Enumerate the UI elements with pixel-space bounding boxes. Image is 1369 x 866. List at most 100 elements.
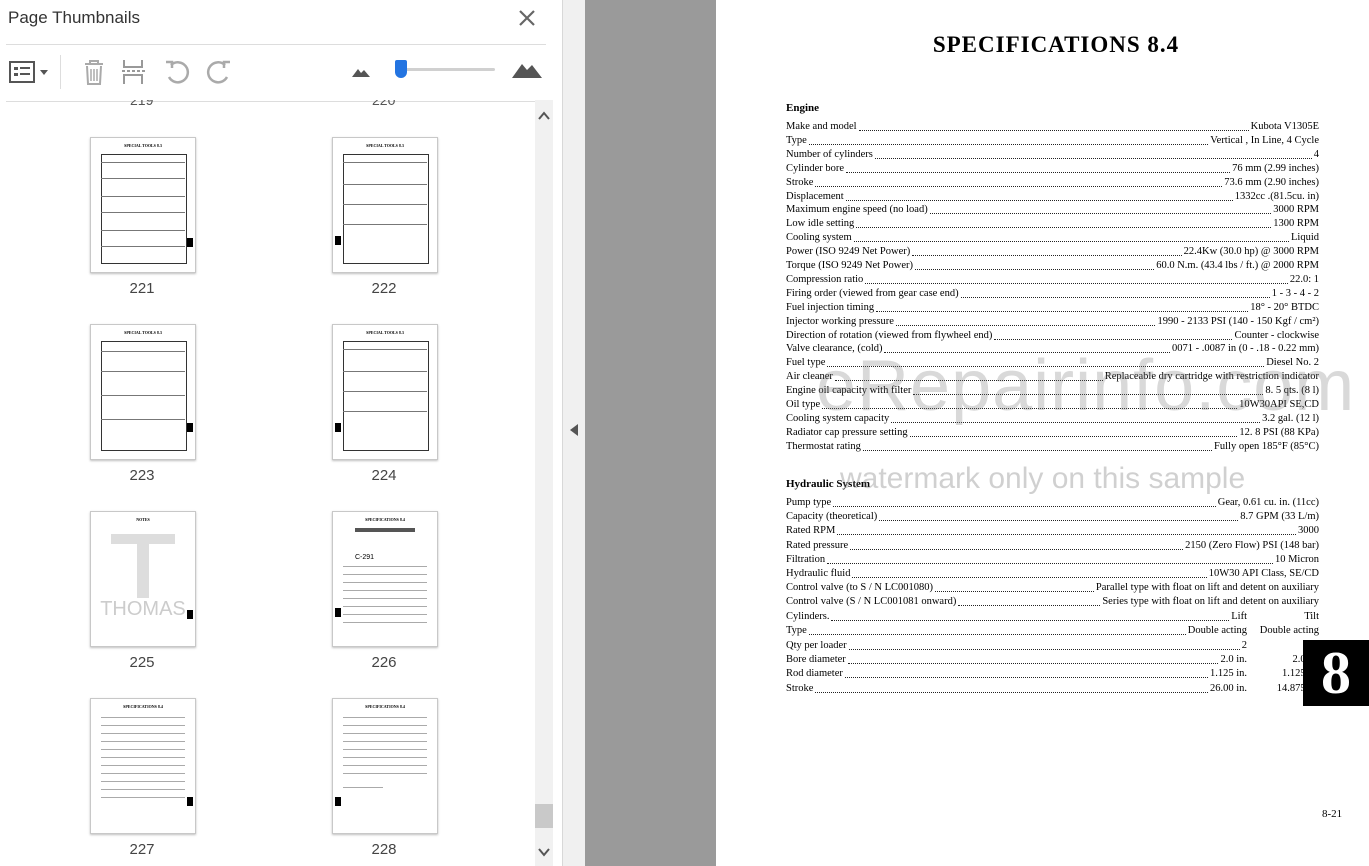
dot-leader bbox=[856, 217, 1272, 229]
spec-value: 10 Micron bbox=[1274, 553, 1319, 565]
spec-row: Qty per loader22 bbox=[786, 639, 1319, 653]
dot-leader bbox=[837, 524, 1296, 536]
rotate-right-icon bbox=[206, 60, 230, 84]
dot-leader bbox=[858, 120, 1249, 131]
thumbnail-options-button[interactable] bbox=[8, 58, 50, 86]
spec-label: Make and model bbox=[786, 121, 857, 132]
spec-value-tilt: Tilt bbox=[1304, 611, 1319, 622]
scroll-up-button[interactable] bbox=[537, 109, 551, 123]
page-extract-icon bbox=[122, 60, 146, 84]
thumb-table bbox=[101, 154, 187, 264]
thumbnail-size-slider-thumb[interactable] bbox=[395, 60, 407, 78]
thumbnail-page-227[interactable]: SPECIFICATIONS 8.4 bbox=[90, 698, 196, 834]
thumb-page-subtitle: C-291 bbox=[355, 554, 375, 561]
spec-label: Radiator cap pressure setting bbox=[786, 426, 908, 438]
spec-label: Filtration bbox=[786, 553, 826, 565]
dot-leader bbox=[865, 273, 1288, 284]
spec-value: Series type with float on lift and deten… bbox=[1102, 596, 1319, 608]
chevron-up-icon bbox=[538, 111, 550, 120]
thumbnail-page-number: 226 bbox=[371, 654, 397, 671]
thumbnail-page-number: 223 bbox=[129, 467, 155, 484]
thumbnails-scroll-area[interactable]: 219 220 SPECIAL TOOLS 8.3 221 SPECIAL TO… bbox=[6, 100, 534, 866]
spec-label: Bore diameter bbox=[786, 653, 846, 665]
thumbnail-page-223[interactable]: SPECIAL TOOLS 8.3 bbox=[90, 324, 196, 460]
dot-leader bbox=[909, 426, 1238, 437]
scroll-down-button[interactable] bbox=[537, 845, 551, 859]
thumb-page-title: SPECIFICATIONS 8.4 bbox=[365, 704, 405, 709]
thumbnail-page-221[interactable]: SPECIAL TOOLS 8.3 bbox=[90, 137, 196, 273]
spec-label: Compression ratio bbox=[786, 273, 864, 285]
extract-pages-button[interactable] bbox=[120, 57, 148, 85]
thumbnail-page-226[interactable]: SPECIFICATIONS 8.4 C-291 bbox=[332, 511, 438, 647]
spec-label: Thermostat rating bbox=[786, 440, 861, 452]
thumb-page-title: SPECIFICATIONS 8.4 bbox=[365, 517, 405, 522]
mountain-large-icon bbox=[512, 64, 542, 78]
zoom-out-thumbnails-button[interactable] bbox=[351, 63, 371, 79]
spec-value: 2.0 in. bbox=[1220, 653, 1247, 665]
spec-row: Direction of rotation (viewed from flywh… bbox=[786, 329, 1319, 343]
thumbnail-size-slider-track[interactable] bbox=[397, 68, 495, 71]
spec-label: Control valve (to S / N LC001080) bbox=[786, 582, 933, 594]
dot-leader bbox=[848, 639, 1240, 650]
zoom-in-thumbnails-button[interactable] bbox=[511, 57, 543, 81]
spec-value: Fully open 185°F (85°C) bbox=[1214, 440, 1319, 452]
dot-leader bbox=[853, 231, 1289, 243]
close-panel-button[interactable] bbox=[515, 6, 539, 30]
page-title: SPECIFICATIONS 8.4 bbox=[932, 32, 1180, 57]
spec-label: Type bbox=[786, 134, 807, 146]
thumbnails-toolbar bbox=[6, 44, 546, 102]
spec-row: Capacity (theoretical) 8.7 GPM (33 L/m) bbox=[786, 510, 1319, 524]
spec-row: Low idle setting 1300 RPM bbox=[786, 217, 1319, 231]
thumbnail-page-224[interactable]: SPECIAL TOOLS 8.3 bbox=[332, 324, 438, 460]
spec-label: Displacement bbox=[786, 190, 844, 202]
spec-label: Direction of rotation (viewed from flywh… bbox=[786, 329, 993, 341]
thumbnail-page-number: 221 bbox=[129, 280, 155, 297]
dot-leader bbox=[929, 203, 1272, 215]
thumb-section-tab bbox=[187, 423, 193, 432]
dot-leader bbox=[808, 624, 1186, 636]
dot-leader bbox=[847, 653, 1219, 664]
spec-value: 76 mm (2.99 inches) bbox=[1232, 162, 1319, 174]
dot-leader bbox=[852, 567, 1207, 578]
spec-row: Cylinder bore 76 mm (2.99 inches) bbox=[786, 162, 1319, 176]
spec-label: Pump type bbox=[786, 497, 832, 508]
scrollbar-thumb[interactable] bbox=[535, 804, 553, 828]
delete-page-button[interactable] bbox=[80, 57, 108, 85]
spec-label: Cylinders. bbox=[786, 611, 830, 622]
thumbnail-page-number: 227 bbox=[129, 841, 155, 858]
watermark-text: eRepairinfo.com bbox=[816, 346, 1356, 426]
rotate-clockwise-button[interactable] bbox=[205, 57, 233, 85]
thumb-table bbox=[343, 154, 429, 264]
page-thumbnails-panel: Page Thumbnails 219 220 SPECIAL TOOLS 8.… bbox=[0, 0, 563, 866]
spec-value: Counter - clockwise bbox=[1234, 329, 1319, 341]
thumbnail-page-225[interactable]: NOTES THOMAS bbox=[90, 511, 196, 647]
dot-leader bbox=[960, 287, 1270, 298]
thumbnails-scrollbar[interactable] bbox=[535, 100, 553, 866]
spec-label: Stroke bbox=[786, 176, 814, 188]
spec-row: Make and model Kubota V1305E bbox=[786, 120, 1319, 134]
rotate-counterclockwise-button[interactable] bbox=[163, 57, 191, 85]
watermark-subtext: watermark only on this sample bbox=[840, 462, 1246, 495]
thumbnail-page-222[interactable]: SPECIAL TOOLS 8.3 bbox=[332, 137, 438, 273]
spec-label: Capacity (theoretical) bbox=[786, 511, 878, 523]
collapse-panel-arrow-icon[interactable] bbox=[570, 424, 578, 436]
dot-leader bbox=[844, 667, 1208, 679]
thumb-logo-graphic bbox=[111, 534, 175, 544]
thumbnail-page-228[interactable]: SPECIFICATIONS 8.4 bbox=[332, 698, 438, 834]
spec-row: Maximum engine speed (no load) 3000 RPM bbox=[786, 203, 1319, 217]
spec-row: Displacement 1332cc .(81.5cu. in) bbox=[786, 190, 1319, 204]
thumb-label-partial: 220 bbox=[372, 100, 396, 108]
thumb-label-partial: 219 bbox=[130, 100, 154, 108]
thumbnail-page-number: 224 bbox=[371, 467, 397, 484]
spec-value: 1 - 3 - 4 - 2 bbox=[1271, 287, 1319, 299]
spec-label: Number of cylinders bbox=[786, 148, 873, 160]
dot-leader bbox=[846, 162, 1231, 173]
dot-leader bbox=[915, 259, 1155, 270]
dot-leader bbox=[833, 496, 1216, 507]
spec-row: Pump type Gear, 0.61 cu. in. (11cc) bbox=[786, 496, 1319, 510]
spec-label: Rod diameter bbox=[786, 668, 843, 680]
thumb-table bbox=[101, 341, 187, 451]
thumb-section-tab bbox=[187, 797, 193, 806]
spec-row: Radiator cap pressure setting 12. 8 PSI (… bbox=[786, 426, 1319, 440]
spec-value: Lift bbox=[1231, 611, 1247, 622]
